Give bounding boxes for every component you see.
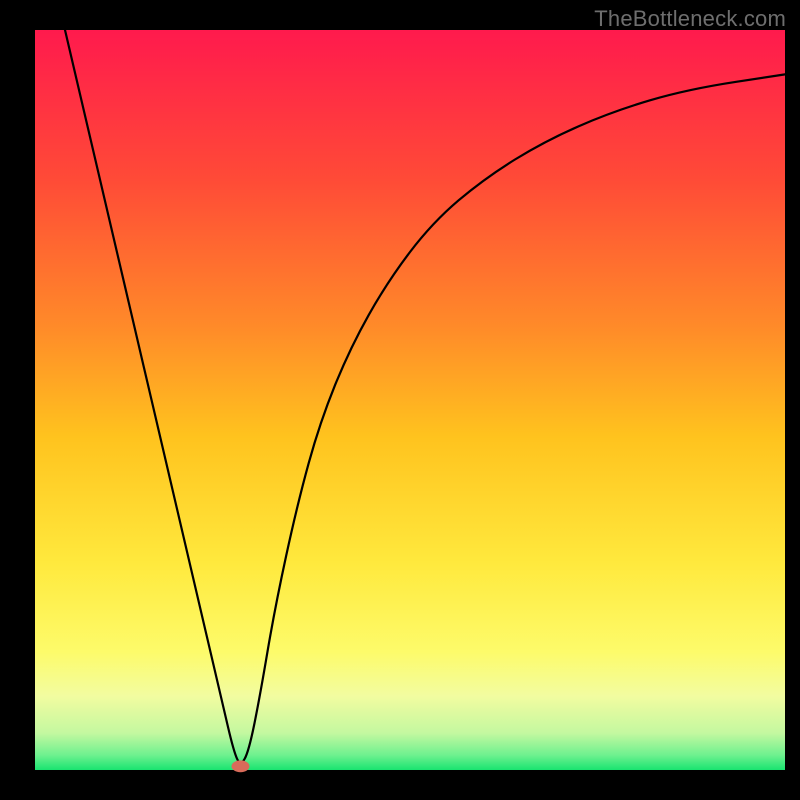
bottleneck-curve (65, 30, 785, 763)
plot-area (35, 30, 785, 770)
curve-layer (35, 30, 785, 770)
minimum-marker (232, 760, 250, 772)
watermark-label: TheBottleneck.com (594, 6, 786, 32)
chart-frame: TheBottleneck.com (0, 0, 800, 800)
